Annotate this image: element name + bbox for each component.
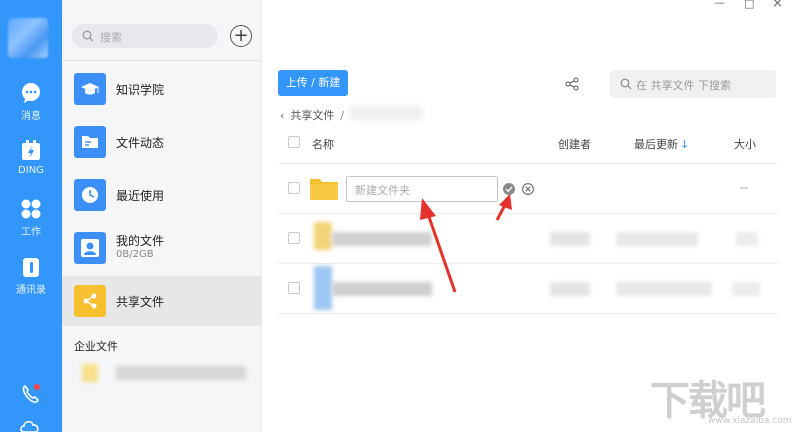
- blurred-org-name[interactable]: [116, 366, 246, 380]
- app-rail: 消息 DING 工作 通讯录: [0, 0, 62, 432]
- share-icon: [83, 293, 97, 309]
- sidebar-item-label: 最近使用: [116, 189, 165, 203]
- contacts-icon: [23, 258, 39, 277]
- sidebar-item-label: 知识学院: [116, 83, 165, 97]
- breadcrumb-separator: /: [340, 109, 345, 122]
- cloud-icon[interactable]: [18, 418, 44, 432]
- rail-item-messages[interactable]: 消息: [0, 82, 62, 122]
- sidebar-item-shared-files[interactable]: 共享文件: [62, 276, 262, 326]
- sidebar-item-file-activity[interactable]: 文件动态: [62, 117, 262, 167]
- rail-item-label: 消息: [21, 111, 41, 122]
- column-last-updated[interactable]: 最后更新 ↓: [634, 136, 689, 152]
- avatar[interactable]: [8, 18, 48, 58]
- ding-icon: [22, 140, 40, 160]
- blurred-file-name[interactable]: [332, 232, 432, 246]
- blurred-org-icon: [82, 364, 98, 382]
- rail-item-label: DING: [18, 165, 44, 176]
- breadcrumb: ‹ 共享文件 /: [280, 107, 344, 123]
- tile: [74, 179, 106, 211]
- folder-icon: [82, 136, 98, 148]
- divider: [278, 213, 778, 214]
- search-icon: [620, 78, 632, 90]
- blurred-file-icon: [314, 266, 332, 310]
- graduation-cap-icon: [81, 83, 99, 95]
- select-all-checkbox[interactable]: [288, 136, 300, 148]
- rail-item-ding[interactable]: DING: [0, 140, 62, 176]
- clock-icon: [82, 187, 98, 203]
- blurred-creator: [550, 232, 590, 246]
- blurred-file-icon: [314, 222, 332, 250]
- add-button[interactable]: +: [230, 25, 252, 47]
- search-input[interactable]: 在 共享文件 下搜索: [636, 77, 731, 93]
- tile: [74, 232, 106, 264]
- main-content: — □ × 上传 / 新建 在 共享文件 下搜索 ‹ 共享文件 / 名称 创建者 最…: [262, 0, 794, 432]
- sidebar-search[interactable]: 搜索: [72, 24, 218, 48]
- row-checkbox[interactable]: [288, 182, 300, 194]
- column-label: 最后更新: [634, 138, 678, 151]
- divider: [62, 60, 262, 61]
- rail-item-label: 通讯录: [16, 285, 46, 296]
- workbench-icon: [21, 199, 41, 219]
- divider: [278, 313, 778, 314]
- sidebar-item-recent[interactable]: 最近使用: [62, 170, 262, 220]
- rail-item-contacts[interactable]: 通讯录: [0, 256, 62, 296]
- file-nav-panel: 搜索 + 知识学院 文件动态 最近使用 我的文件 0B/2GB 共享文件 企业文…: [62, 0, 262, 432]
- sidebar-item-label: 共享文件: [116, 295, 165, 309]
- watermark: 下载吧 www.xiazaiba.com: [650, 368, 792, 430]
- tile: [74, 285, 106, 317]
- search-icon: [82, 30, 94, 42]
- divider: [278, 163, 778, 164]
- tile: [74, 73, 106, 105]
- blurred-size: [732, 282, 760, 296]
- back-chevron-icon[interactable]: ‹: [280, 109, 284, 122]
- table-header: 名称 创建者 最后更新 ↓ 大小: [278, 130, 778, 156]
- shared-files-search[interactable]: 在 共享文件 下搜索: [610, 70, 776, 98]
- new-folder-name-input[interactable]: 新建文件夹: [346, 176, 498, 202]
- size-value: --: [740, 181, 748, 194]
- blurred-creator: [550, 282, 590, 296]
- column-creator[interactable]: 创建者: [558, 136, 591, 152]
- tile: [74, 126, 106, 158]
- cancel-x-icon[interactable]: [522, 183, 534, 195]
- blurred-date: [616, 232, 698, 246]
- chat-bubble-icon: [22, 83, 40, 103]
- upload-new-button[interactable]: 上传 / 新建: [278, 70, 348, 96]
- section-label-enterprise: 企业文件: [74, 340, 118, 353]
- sort-arrow-icon: ↓: [680, 138, 690, 151]
- close-button[interactable]: ×: [772, 0, 783, 11]
- divider: [278, 263, 778, 264]
- rail-item-work[interactable]: 工作: [0, 198, 62, 238]
- breadcrumb-shared-files[interactable]: 共享文件: [290, 109, 334, 122]
- minimize-button[interactable]: —: [714, 0, 725, 9]
- rail-item-label: 工作: [21, 227, 41, 238]
- maximize-button[interactable]: □: [744, 0, 754, 10]
- row-checkbox[interactable]: [288, 282, 300, 294]
- phone-icon[interactable]: [20, 383, 42, 405]
- sidebar-item-label: 文件动态: [116, 136, 165, 150]
- share-icon[interactable]: [565, 77, 579, 91]
- confirm-check-icon[interactable]: [503, 183, 515, 195]
- blurred-breadcrumb[interactable]: [350, 106, 422, 120]
- column-size[interactable]: 大小: [734, 136, 756, 152]
- blurred-date: [616, 282, 712, 296]
- blurred-file-name[interactable]: [332, 282, 432, 296]
- user-icon: [81, 239, 99, 257]
- blurred-size: [736, 232, 758, 246]
- watermark-url: www.xiazaiba.com: [708, 416, 792, 426]
- search-input[interactable]: 搜索: [100, 29, 122, 45]
- sidebar-item-my-files[interactable]: 我的文件 0B/2GB: [62, 223, 262, 273]
- sidebar-item-label: 我的文件: [116, 234, 165, 248]
- column-name[interactable]: 名称: [312, 136, 334, 152]
- storage-usage: 0B/2GB: [116, 249, 154, 260]
- row-checkbox[interactable]: [288, 232, 300, 244]
- folder-icon: [310, 179, 338, 200]
- sidebar-item-knowledge[interactable]: 知识学院: [62, 64, 262, 114]
